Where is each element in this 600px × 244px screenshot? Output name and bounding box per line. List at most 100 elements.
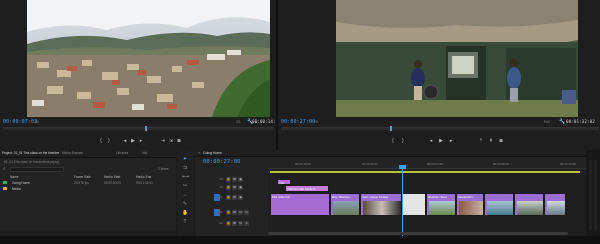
- razor-tool-icon[interactable]: ✂: [182, 183, 188, 189]
- timeline-clip-v1[interactable]: Mountain Town: [426, 193, 456, 216]
- timeline-scrollbar[interactable]: [268, 232, 568, 235]
- row-media-end: 00:01:32:01: [136, 181, 153, 185]
- camera-icon[interactable]: ◙: [498, 138, 504, 144]
- eye-icon[interactable]: ◉: [238, 177, 243, 182]
- timeline-clip-v1[interactable]: Intersection: [456, 193, 484, 216]
- close-icon[interactable]: ×: [198, 150, 200, 155]
- extract-icon[interactable]: ⇞: [488, 138, 494, 144]
- program-fit-select[interactable]: Fit: [314, 120, 318, 124]
- program-resolution[interactable]: Full: [544, 120, 550, 124]
- camera-icon[interactable]: ◙: [176, 138, 182, 144]
- mark-out-icon[interactable]: }: [106, 138, 112, 144]
- ripple-edit-tool-icon[interactable]: ⟷: [182, 174, 189, 180]
- solo-icon[interactable]: S: [244, 210, 249, 215]
- meter-bar-left: [589, 160, 592, 230]
- tab-project[interactable]: Project: 01_01 This class on the timelin…: [2, 151, 59, 155]
- column-media-start[interactable]: Media Start: [104, 175, 120, 179]
- source-page: 1/1: [236, 120, 241, 124]
- timeline-playhead[interactable]: [402, 166, 403, 236]
- source-timecode[interactable]: 00:00:07:03: [3, 119, 37, 125]
- lock-icon[interactable]: 🔒: [226, 185, 231, 190]
- search-input[interactable]: [10, 167, 64, 172]
- table-row[interactable]: Media: [0, 186, 176, 192]
- sync-icon[interactable]: ⇄: [232, 210, 237, 215]
- eye-icon[interactable]: ◉: [238, 185, 243, 190]
- timeline-clip-v1[interactable]: Pink video bar: [270, 193, 330, 216]
- clip-label: Intersection: [458, 195, 473, 199]
- clip-label: Mountain Town: [428, 195, 447, 199]
- mark-in-icon[interactable]: {: [98, 138, 104, 144]
- sequence-timecode[interactable]: 00:00:27:00: [203, 159, 241, 165]
- column-name[interactable]: Name: [10, 175, 19, 179]
- timeline-clip-v1[interactable]: [544, 193, 566, 216]
- mark-in-icon[interactable]: {: [390, 138, 396, 144]
- clip-thumbnail: [487, 201, 513, 215]
- column-frame-rate[interactable]: Frame Rate: [74, 175, 91, 179]
- selection-tool-icon[interactable]: ➤: [182, 156, 188, 162]
- lock-icon[interactable]: 🔒: [226, 177, 231, 182]
- track-select-tool-icon[interactable]: ⇉: [182, 165, 188, 171]
- play-icon[interactable]: ▶: [130, 138, 136, 144]
- step-back-icon[interactable]: ◂: [428, 138, 434, 144]
- clip-label: Title/Intro clip: Media B: [287, 187, 316, 191]
- mark-out-icon[interactable]: }: [400, 138, 406, 144]
- type-tool-icon[interactable]: T: [182, 219, 188, 225]
- program-monitor: 00:00:27:00 Fit Full 🔧 00:01:32:02 { } ◂…: [276, 0, 600, 150]
- wrench-icon[interactable]: 🔧: [559, 119, 565, 125]
- program-timecode[interactable]: 00:00:27:00: [281, 119, 315, 125]
- play-icon[interactable]: ▶: [438, 138, 444, 144]
- step-forward-icon[interactable]: ▸: [138, 138, 144, 144]
- work-area-bar[interactable]: [270, 171, 580, 173]
- hand-tool-icon[interactable]: ✋: [182, 210, 188, 216]
- town-landscape-image: [27, 0, 270, 117]
- step-forward-icon[interactable]: ▸: [448, 138, 454, 144]
- eye-icon[interactable]: ◉: [238, 195, 243, 200]
- mute-icon[interactable]: M: [238, 210, 243, 215]
- tab-libraries[interactable]: Libraries: [116, 151, 128, 155]
- pen-tool-icon[interactable]: ✎: [182, 201, 188, 207]
- audio-meter: [586, 150, 600, 236]
- tab-sequence[interactable]: Going Home: [203, 151, 222, 155]
- mute-icon[interactable]: M: [238, 221, 243, 226]
- tab-media-browser[interactable]: Media Browser: [62, 151, 83, 155]
- timeline-playhead-handle[interactable]: [399, 165, 406, 169]
- clip-label: Title: [279, 181, 285, 185]
- timeline-clip-v2-title[interactable]: Title/Intro clip: Media B: [285, 185, 329, 192]
- tab-info[interactable]: Info: [142, 151, 147, 155]
- clip-thumbnail: [363, 201, 401, 215]
- timeline-clip-v1[interactable]: [514, 193, 544, 216]
- program-playhead[interactable]: [390, 126, 392, 131]
- lock-icon[interactable]: 🔒: [226, 195, 231, 200]
- tools-panel: ➤ ⇉ ⟷ ✂ ↔ ✎ ✋ T: [177, 150, 194, 236]
- lock-icon[interactable]: 🔒: [226, 221, 231, 226]
- row-frame-rate: 23.976 fps: [74, 181, 89, 185]
- clip-thumbnail: [429, 201, 455, 215]
- project-panel: Project: 01_01 This class on the timelin…: [0, 150, 176, 236]
- slip-tool-icon[interactable]: ↔: [182, 192, 188, 198]
- timeline-clip-v1[interactable]: Amb. college footage: [360, 193, 402, 216]
- sync-icon[interactable]: ⇄: [232, 177, 237, 182]
- solo-icon[interactable]: S: [244, 221, 249, 226]
- source-patch-v1[interactable]: [214, 194, 220, 201]
- timeline-clip-v1[interactable]: Blog Title/Intro: [330, 193, 360, 216]
- step-back-icon[interactable]: ◂: [122, 138, 128, 144]
- timeline-clip-v1[interactable]: [484, 193, 514, 216]
- column-media-end[interactable]: Media End: [136, 175, 151, 179]
- lock-icon[interactable]: 🔒: [226, 210, 231, 215]
- overwrite-icon[interactable]: ⇲: [168, 138, 174, 144]
- sync-icon[interactable]: ⇄: [232, 195, 237, 200]
- ruler-tick-label: 00:00:32:00: [560, 162, 576, 166]
- timeline-clip-v1[interactable]: [402, 193, 426, 216]
- clip-label: Blog Title/Intro: [332, 195, 350, 199]
- source-scrub-bar[interactable]: [3, 127, 273, 130]
- ruler-tick-label: 00:00:20:00: [362, 162, 378, 166]
- sync-icon[interactable]: ⇄: [232, 185, 237, 190]
- source-playhead[interactable]: [145, 126, 147, 131]
- sync-icon[interactable]: ⇄: [232, 221, 237, 226]
- lift-icon[interactable]: ⇡: [478, 138, 484, 144]
- source-patch-a1[interactable]: [214, 209, 220, 216]
- program-scrub-bar[interactable]: [281, 127, 599, 130]
- clip-thumbnail: [547, 201, 565, 215]
- insert-icon[interactable]: ⇥: [160, 138, 166, 144]
- source-fit-select[interactable]: Fit: [35, 120, 39, 124]
